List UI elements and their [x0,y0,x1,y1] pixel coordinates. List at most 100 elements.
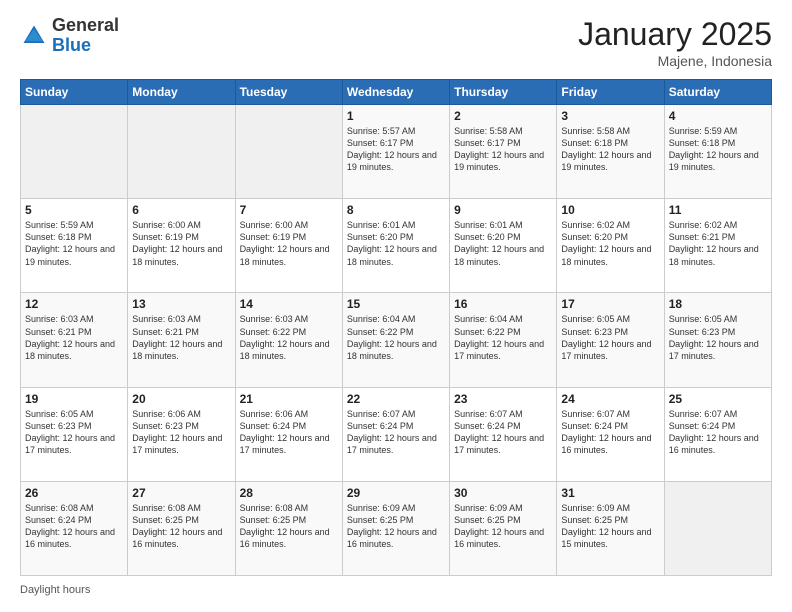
day-number: 21 [240,392,338,406]
day-number: 28 [240,486,338,500]
calendar-cell [664,481,771,575]
day-number: 10 [561,203,659,217]
calendar-cell: 14 Sunrise: 6:03 AM Sunset: 6:22 PM Dayli… [235,293,342,387]
calendar-cell: 16Sunrise: 6:04 AM Sunset: 6:22 PM Dayli… [450,293,557,387]
calendar-cell: 24 Sunrise: 6:07 AM Sunset: 6:24 PM Dayli… [557,387,664,481]
day-info: Sunrise: 6:04 AM Sunset: 6:22 PM Dayligh… [347,313,445,362]
day-header-thursday: Thursday [450,80,557,105]
calendar-cell: 27Sunrise: 6:08 AM Sunset: 6:25 PM Dayli… [128,481,235,575]
day-number: 2 [454,109,552,123]
calendar-cell: 2 Sunrise: 5:58 AM Sunset: 6:17 PM Daylig… [450,105,557,199]
day-info: Sunrise: 6:03 AM Sunset: 6:21 PM Dayligh… [132,313,230,362]
logo-general-text: General [52,16,119,36]
day-number: 27 [132,486,230,500]
calendar-cell: 13 Sunrise: 6:03 AM Sunset: 6:21 PM Dayli… [128,293,235,387]
day-header-friday: Friday [557,80,664,105]
calendar-cell: 12 Sunrise: 6:03 AM Sunset: 6:21 PM Dayli… [21,293,128,387]
day-number: 11 [669,203,767,217]
calendar-cell: 8Sunrise: 6:01 AM Sunset: 6:20 PM Daylig… [342,199,449,293]
day-number: 25 [669,392,767,406]
calendar-cell: 1Sunrise: 5:57 AM Sunset: 6:17 PM Daylig… [342,105,449,199]
daylight-label: Daylight hours [20,584,90,596]
day-number: 15 [347,297,445,311]
day-number: 9 [454,203,552,217]
day-info: Sunrise: 6:05 AM Sunset: 6:23 PM Dayligh… [25,408,123,457]
day-info: Sunrise: 6:03 AM Sunset: 6:22 PM Dayligh… [240,313,338,362]
day-number: 1 [347,109,445,123]
logo-blue-text: Blue [52,36,119,56]
page: General Blue January 2025 Majene, Indone… [0,0,792,612]
day-info: Sunrise: 6:09 AM Sunset: 6:25 PM Dayligh… [561,502,659,551]
footer: Daylight hours [20,584,772,596]
day-number: 3 [561,109,659,123]
day-info: Sunrise: 6:09 AM Sunset: 6:25 PM Dayligh… [454,502,552,551]
day-info: Sunrise: 6:07 AM Sunset: 6:24 PM Dayligh… [454,408,552,457]
day-number: 30 [454,486,552,500]
calendar-cell: 10Sunrise: 6:02 AM Sunset: 6:20 PM Dayli… [557,199,664,293]
day-info: Sunrise: 6:02 AM Sunset: 6:21 PM Dayligh… [669,219,767,268]
day-header-saturday: Saturday [664,80,771,105]
month-title: January 2025 [578,16,772,53]
header: General Blue January 2025 Majene, Indone… [20,16,772,69]
calendar-cell: 3 Sunrise: 5:58 AM Sunset: 6:18 PM Daylig… [557,105,664,199]
calendar-cell: 5 Sunrise: 5:59 AM Sunset: 6:18 PM Daylig… [21,199,128,293]
day-info: Sunrise: 6:05 AM Sunset: 6:23 PM Dayligh… [669,313,767,362]
day-number: 13 [132,297,230,311]
day-number: 7 [240,203,338,217]
title-block: January 2025 Majene, Indonesia [578,16,772,69]
day-info: Sunrise: 6:00 AM Sunset: 6:19 PM Dayligh… [240,219,338,268]
calendar-cell: 30 Sunrise: 6:09 AM Sunset: 6:25 PM Dayli… [450,481,557,575]
day-number: 4 [669,109,767,123]
day-info: Sunrise: 5:59 AM Sunset: 6:18 PM Dayligh… [669,125,767,174]
day-info: Sunrise: 5:58 AM Sunset: 6:18 PM Dayligh… [561,125,659,174]
calendar-cell [235,105,342,199]
day-number: 26 [25,486,123,500]
calendar-cell: 20 Sunrise: 6:06 AM Sunset: 6:23 PM Dayli… [128,387,235,481]
day-header-tuesday: Tuesday [235,80,342,105]
day-number: 23 [454,392,552,406]
calendar-cell [21,105,128,199]
calendar-cell: 21 Sunrise: 6:06 AM Sunset: 6:24 PM Dayli… [235,387,342,481]
calendar-cell: 19 Sunrise: 6:05 AM Sunset: 6:23 PM Dayli… [21,387,128,481]
day-info: Sunrise: 6:04 AM Sunset: 6:22 PM Dayligh… [454,313,552,362]
day-number: 18 [669,297,767,311]
calendar-cell: 23 Sunrise: 6:07 AM Sunset: 6:24 PM Dayli… [450,387,557,481]
logo: General Blue [20,16,119,56]
calendar-cell: 15 Sunrise: 6:04 AM Sunset: 6:22 PM Dayli… [342,293,449,387]
day-info: Sunrise: 6:03 AM Sunset: 6:21 PM Dayligh… [25,313,123,362]
day-info: Sunrise: 6:08 AM Sunset: 6:24 PM Dayligh… [25,502,123,551]
day-number: 14 [240,297,338,311]
calendar-cell: 26 Sunrise: 6:08 AM Sunset: 6:24 PM Dayli… [21,481,128,575]
calendar-cell: 4 Sunrise: 5:59 AM Sunset: 6:18 PM Daylig… [664,105,771,199]
calendar-cell: 11 Sunrise: 6:02 AM Sunset: 6:21 PM Dayli… [664,199,771,293]
calendar-cell: 22 Sunrise: 6:07 AM Sunset: 6:24 PM Dayli… [342,387,449,481]
calendar-cell: 28Sunrise: 6:08 AM Sunset: 6:25 PM Dayli… [235,481,342,575]
day-number: 22 [347,392,445,406]
day-number: 6 [132,203,230,217]
day-header-sunday: Sunday [21,80,128,105]
day-info: Sunrise: 6:07 AM Sunset: 6:24 PM Dayligh… [561,408,659,457]
calendar-cell: 31Sunrise: 6:09 AM Sunset: 6:25 PM Dayli… [557,481,664,575]
day-number: 24 [561,392,659,406]
day-number: 20 [132,392,230,406]
day-number: 5 [25,203,123,217]
day-info: Sunrise: 6:06 AM Sunset: 6:23 PM Dayligh… [132,408,230,457]
day-info: Sunrise: 5:58 AM Sunset: 6:17 PM Dayligh… [454,125,552,174]
day-number: 19 [25,392,123,406]
day-info: Sunrise: 6:05 AM Sunset: 6:23 PM Dayligh… [561,313,659,362]
calendar-table: SundayMondayTuesdayWednesdayThursdayFrid… [20,79,772,576]
calendar-cell: 25Sunrise: 6:07 AM Sunset: 6:24 PM Dayli… [664,387,771,481]
day-info: Sunrise: 6:07 AM Sunset: 6:24 PM Dayligh… [347,408,445,457]
calendar-cell: 29Sunrise: 6:09 AM Sunset: 6:25 PM Dayli… [342,481,449,575]
calendar-cell: 7 Sunrise: 6:00 AM Sunset: 6:19 PM Daylig… [235,199,342,293]
day-info: Sunrise: 5:59 AM Sunset: 6:18 PM Dayligh… [25,219,123,268]
calendar-cell [128,105,235,199]
day-info: Sunrise: 6:09 AM Sunset: 6:25 PM Dayligh… [347,502,445,551]
day-number: 12 [25,297,123,311]
location: Majene, Indonesia [578,53,772,69]
day-info: Sunrise: 6:00 AM Sunset: 6:19 PM Dayligh… [132,219,230,268]
day-header-wednesday: Wednesday [342,80,449,105]
day-info: Sunrise: 6:01 AM Sunset: 6:20 PM Dayligh… [454,219,552,268]
day-number: 17 [561,297,659,311]
day-info: Sunrise: 6:06 AM Sunset: 6:24 PM Dayligh… [240,408,338,457]
